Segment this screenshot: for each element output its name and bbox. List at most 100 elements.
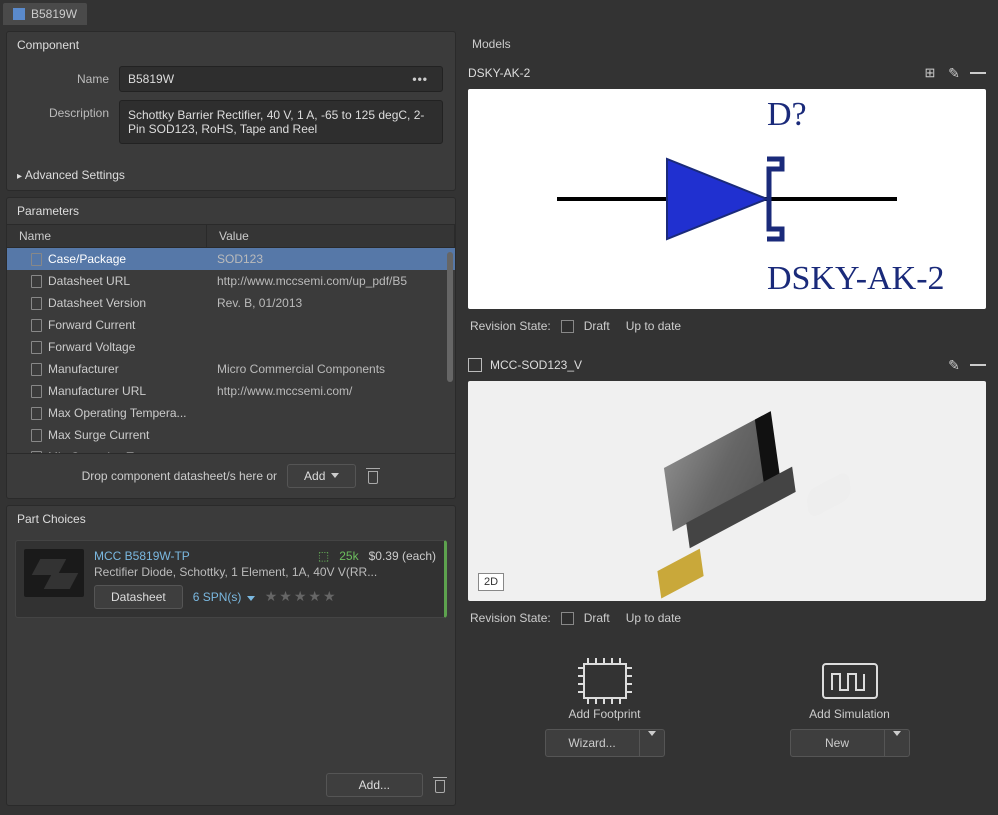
draft-label: Draft	[584, 319, 610, 333]
parameters-table-head: Name Value	[7, 224, 455, 248]
symbol-menu-icon[interactable]	[970, 65, 986, 81]
delete-parameter-button[interactable]	[366, 468, 380, 484]
add-simulation-label: Add Simulation	[809, 707, 890, 721]
parameter-row[interactable]: Forward Voltage	[7, 336, 455, 358]
parameter-value	[207, 316, 455, 334]
component-panel: Component Name B5819W ••• Description Sc…	[6, 31, 456, 191]
part-choices-panel: Part Choices MCC B5819W-TP ⬚ 25k $0.39 (…	[6, 505, 456, 807]
col-value[interactable]: Value	[207, 225, 455, 247]
rating-stars[interactable]: ★★★★★	[265, 588, 338, 605]
parameter-value: Rev. B, 01/2013	[207, 294, 455, 312]
draft-label: Draft	[584, 611, 610, 625]
parameter-row[interactable]: Datasheet VersionRev. B, 01/2013	[7, 292, 455, 314]
part-choice-card[interactable]: MCC B5819W-TP ⬚ 25k $0.39 (each) Rectifi…	[15, 540, 447, 618]
parameter-row[interactable]: Max Surge Current	[7, 424, 455, 446]
advanced-settings-toggle[interactable]: Advanced Settings	[7, 160, 455, 190]
parameter-row[interactable]: Forward Current	[7, 314, 455, 336]
parameter-value: http://www.mccsemi.com/	[207, 382, 455, 400]
description-input[interactable]: Schottky Barrier Rectifier, 40 V, 1 A, -…	[119, 100, 443, 144]
view-2d-button[interactable]: 2D	[478, 573, 504, 591]
scrollbar-thumb[interactable]	[447, 252, 453, 382]
parameter-row[interactable]: Manufacturer URLhttp://www.mccsemi.com/	[7, 380, 455, 402]
parameter-name: Datasheet Version	[7, 294, 207, 312]
add-simulation-item: Add Simulation New	[747, 663, 952, 757]
caret-down-icon	[639, 730, 664, 756]
edit-symbol-icon[interactable]	[946, 65, 962, 81]
document-icon	[31, 319, 42, 332]
footprint-menu-icon[interactable]	[970, 357, 986, 373]
component-tab-icon	[13, 8, 25, 20]
spn-dropdown[interactable]: 6 SPN(s)	[193, 590, 255, 604]
datasheet-button[interactable]: Datasheet	[94, 585, 183, 609]
symbol-model-title: DSKY-AK-2	[468, 66, 914, 80]
drop-text: Drop component datasheet/s here or	[82, 469, 277, 483]
parameter-value	[207, 448, 455, 453]
component-header: Component	[7, 32, 455, 58]
name-more-button[interactable]: •••	[406, 72, 434, 86]
simulation-new-dropdown[interactable]: New	[790, 729, 910, 757]
name-input[interactable]: B5819W •••	[119, 66, 443, 92]
footprint-model-section: MCC-SOD123_V 2D Revision State: Draft Up…	[462, 353, 992, 631]
footprint-canvas[interactable]: 2D	[468, 381, 986, 601]
part-thumbnail	[24, 549, 84, 597]
tab-component[interactable]: B5819W	[3, 3, 87, 25]
parameter-name: Manufacturer URL	[7, 382, 207, 400]
pin-map-icon[interactable]	[922, 65, 938, 81]
symbol-model-section: DSKY-AK-2 D? DSKY-AK-2 Revision State: D…	[462, 61, 992, 339]
part-title-link[interactable]: MCC B5819W-TP	[94, 549, 190, 563]
document-icon	[31, 407, 42, 420]
parameter-row[interactable]: Min Operating Tempera...	[7, 446, 455, 453]
parameter-name: Max Surge Current	[7, 426, 207, 444]
edit-footprint-icon[interactable]	[946, 357, 962, 373]
datasheet-drop-row: Drop component datasheet/s here or Add	[7, 453, 455, 498]
parameters-table-body[interactable]: Case/PackageSOD123Datasheet URLhttp://ww…	[7, 248, 455, 453]
parameters-panel: Parameters Name Value Case/PackageSOD123…	[6, 197, 456, 499]
add-parameter-button[interactable]: Add	[287, 464, 356, 488]
parameter-value: http://www.mccsemi.com/up_pdf/B5	[207, 272, 455, 290]
designator-text: D?	[767, 96, 807, 133]
parameter-value: Micro Commercial Components	[207, 360, 455, 378]
add-footprint-label: Add Footprint	[568, 707, 640, 721]
simulation-icon	[822, 663, 878, 699]
draft-checkbox[interactable]	[561, 320, 574, 333]
parameter-name: Max Operating Tempera...	[7, 404, 207, 422]
footprint-wizard-dropdown[interactable]: Wizard...	[545, 729, 665, 757]
document-icon	[31, 451, 42, 453]
document-icon	[31, 429, 42, 442]
part-description: Rectifier Diode, Schottky, 1 Element, 1A…	[94, 565, 436, 579]
parameter-row[interactable]: Datasheet URLhttp://www.mccsemi.com/up_p…	[7, 270, 455, 292]
parameter-name: Min Operating Tempera...	[7, 448, 207, 453]
description-label: Description	[19, 100, 109, 120]
delete-part-choice-button[interactable]	[433, 777, 447, 793]
parameter-name: Datasheet URL	[7, 272, 207, 290]
parameter-row[interactable]: Max Operating Tempera...	[7, 402, 455, 424]
revision-state-label: Revision State:	[470, 319, 551, 333]
add-models-row: Add Footprint Wizard... Add Simulation N…	[462, 653, 992, 767]
col-name[interactable]: Name	[7, 225, 207, 247]
parameter-name: Forward Current	[7, 316, 207, 334]
revision-state-label: Revision State:	[470, 611, 551, 625]
parameter-value: SOD123	[207, 250, 455, 268]
add-footprint-item: Add Footprint Wizard...	[502, 663, 707, 757]
parameter-value	[207, 404, 455, 422]
caret-down-icon	[884, 730, 909, 756]
name-value: B5819W	[128, 72, 174, 86]
parameter-row[interactable]: Case/PackageSOD123	[7, 248, 455, 270]
document-icon	[31, 253, 42, 266]
uptodate-label: Up to date	[626, 319, 681, 333]
document-icon	[31, 297, 42, 310]
add-part-choice-button[interactable]: Add...	[326, 773, 423, 797]
parameter-row[interactable]: ManufacturerMicro Commercial Components	[7, 358, 455, 380]
draft-checkbox[interactable]	[561, 612, 574, 625]
footprint-model-title: MCC-SOD123_V	[490, 358, 938, 372]
document-icon	[31, 341, 42, 354]
parameter-name: Case/Package	[7, 250, 207, 268]
caret-down-icon	[331, 473, 339, 478]
parameter-value	[207, 426, 455, 444]
parameters-header: Parameters	[7, 198, 455, 224]
symbol-canvas[interactable]: D? DSKY-AK-2	[468, 89, 986, 309]
parameter-value	[207, 338, 455, 356]
symbol-label-text: DSKY-AK-2	[767, 260, 945, 297]
diode-triangle	[667, 159, 767, 239]
document-icon	[31, 363, 42, 376]
